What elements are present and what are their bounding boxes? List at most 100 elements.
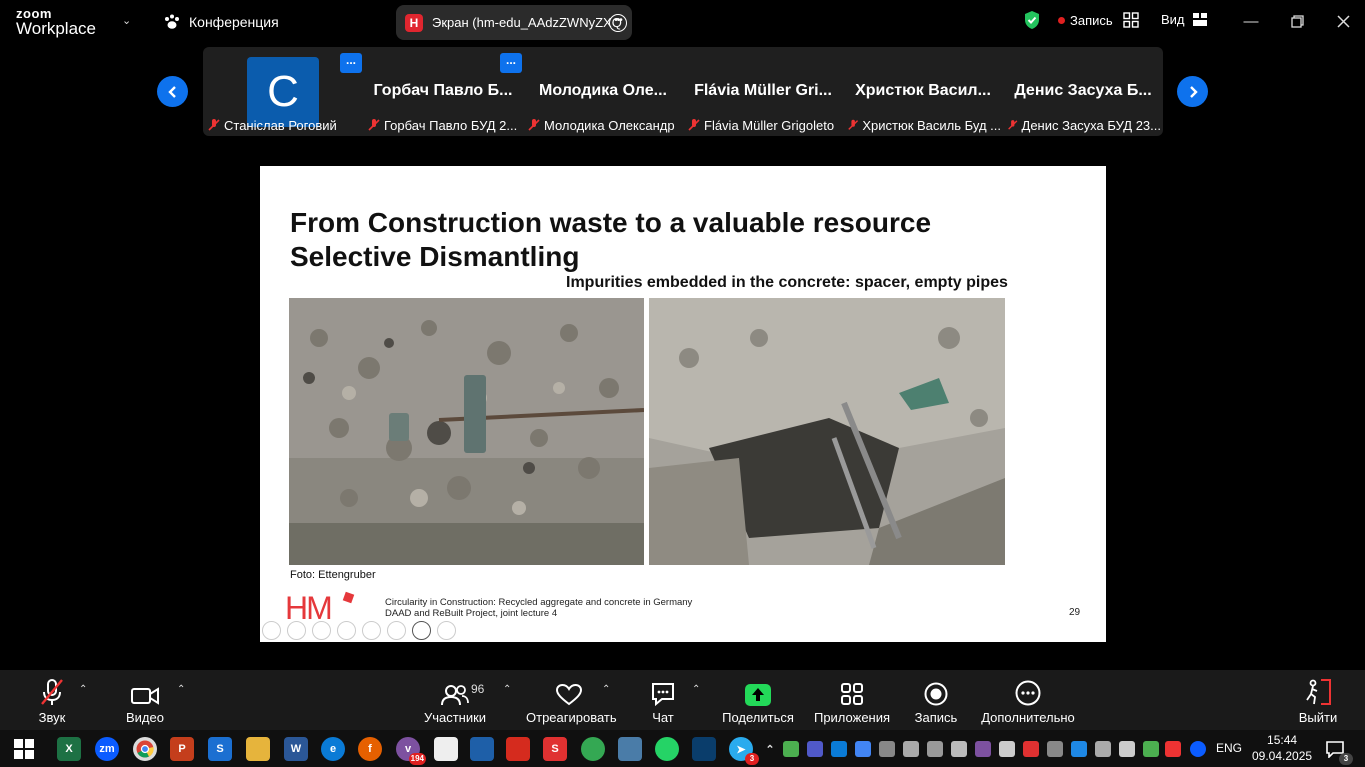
next-slide-icon[interactable]	[287, 621, 306, 640]
chrome-profile-icon[interactable]	[581, 737, 605, 761]
tray-chrome-icon[interactable]	[855, 741, 871, 757]
audio-options-caret[interactable]: ⌃	[79, 684, 87, 695]
chat-button[interactable]: Чат	[638, 670, 688, 730]
camera-icon[interactable]	[412, 621, 431, 640]
participants-button[interactable]: Участники	[420, 670, 490, 730]
word-icon[interactable]: W	[284, 737, 308, 761]
archive-icon[interactable]	[618, 737, 642, 761]
tray-app-icon[interactable]	[831, 741, 847, 757]
telegram-icon[interactable]: ➤ 3	[729, 737, 759, 765]
app-s-icon[interactable]: S	[208, 737, 232, 761]
share-screen-icon	[745, 684, 771, 706]
close-button[interactable]	[1328, 8, 1358, 34]
pen-icon[interactable]	[312, 621, 331, 640]
volume-icon[interactable]	[1119, 741, 1135, 757]
recording-indicator[interactable]: Запись	[1058, 13, 1113, 28]
file-explorer-icon[interactable]	[246, 737, 270, 761]
chat-options-caret[interactable]: ⌃	[692, 684, 700, 695]
language-indicator[interactable]: ENG	[1216, 741, 1242, 755]
excel-icon[interactable]: X	[57, 737, 81, 761]
firefox-icon[interactable]: f	[358, 737, 382, 761]
tray-mic-icon[interactable]	[903, 741, 919, 757]
previous-slide-icon[interactable]	[262, 621, 281, 640]
more-icon[interactable]: •••	[609, 14, 627, 32]
participants-icon	[441, 685, 469, 706]
teams-icon[interactable]	[807, 741, 823, 757]
tray-shield-icon[interactable]	[1143, 741, 1159, 757]
tray-camera-icon[interactable]	[1095, 741, 1111, 757]
participant-tile[interactable]: C ... Станіслав Роговий	[203, 47, 363, 136]
tray-usb-icon[interactable]	[951, 741, 967, 757]
participant-tile[interactable]: Денис Засуха Б... Денис Засуха БУД 23...	[1003, 47, 1163, 136]
react-button[interactable]: Отреагировать	[526, 670, 617, 730]
whatsapp-icon[interactable]	[655, 737, 679, 761]
screen-share-pill[interactable]: H Экран (hm-edu_AAdzZWNyZXQ •••	[396, 5, 632, 40]
tray-network-icon[interactable]	[1071, 741, 1087, 757]
webex-icon[interactable]	[692, 737, 716, 761]
wifi-icon[interactable]	[1047, 741, 1063, 757]
subtitles-icon[interactable]	[387, 621, 406, 640]
more-icon[interactable]	[437, 621, 456, 640]
slide-page-number: 29	[1069, 607, 1081, 618]
title-bar: zoom Workplace ⌄ Конференция H Экран (hm…	[0, 0, 1365, 44]
muted-mic-icon	[368, 119, 380, 131]
clock[interactable]: 15:44 09.04.2025	[1252, 732, 1312, 764]
slides-icon[interactable]	[337, 621, 356, 640]
muted-mic-icon	[848, 119, 859, 130]
view-button[interactable]: Вид	[1161, 12, 1207, 27]
clock-time: 15:44	[1267, 733, 1298, 747]
restore-button[interactable]	[1282, 8, 1312, 34]
security-shield-icon[interactable]	[1023, 10, 1041, 30]
participant-tile[interactable]: Flávia Müller Gri... Flávia Müller Grigo…	[683, 47, 843, 136]
next-page-button[interactable]	[1177, 76, 1208, 107]
app-red-icon[interactable]	[506, 737, 530, 761]
notifications-icon[interactable]: 3	[1323, 737, 1353, 765]
participant-tile[interactable]: Молодика Оле... Молодика Олександр	[523, 47, 683, 136]
participant-tile[interactable]: ... Горбач Павло Б... Горбач Павло БУД 2…	[363, 47, 523, 136]
share-button[interactable]: Поделиться	[722, 670, 794, 730]
save-disk-icon[interactable]	[470, 737, 494, 761]
tray-check-icon[interactable]	[783, 741, 799, 757]
record-button[interactable]: Запись	[908, 670, 964, 730]
participants-options-caret[interactable]: ⌃	[503, 684, 511, 695]
more-button[interactable]: Дополнительно	[980, 670, 1076, 730]
app-s-red-icon[interactable]: S	[543, 737, 567, 761]
video-options-caret[interactable]: ⌃	[177, 684, 185, 695]
muted-mic-icon	[208, 119, 220, 131]
more-options-button[interactable]: ...	[340, 53, 362, 73]
tray-battery-icon[interactable]	[999, 741, 1015, 757]
tray-speaker-icon[interactable]	[1165, 741, 1181, 757]
react-options-caret[interactable]: ⌃	[602, 684, 610, 695]
zoom-icon[interactable]	[362, 621, 381, 640]
record-icon	[924, 682, 948, 706]
share-title: Экран (hm-edu_AAdzZWNyZXQ	[432, 15, 622, 30]
previous-page-button[interactable]	[157, 76, 188, 107]
tray-s-icon[interactable]	[1023, 741, 1039, 757]
edge-icon[interactable]: e	[321, 737, 345, 761]
tray-monitor-icon[interactable]	[927, 741, 943, 757]
participant-tile[interactable]: Христюк Васил... Христюк Василь Буд ...	[843, 47, 1003, 136]
zoom-workplace-logo[interactable]: zoom Workplace	[16, 7, 96, 37]
video-button[interactable]: Видео	[117, 670, 173, 730]
notepad-icon[interactable]	[434, 737, 458, 761]
zoom-app-icon[interactable]: zm	[95, 737, 119, 761]
tray-overflow-icon[interactable]: ⌃	[762, 737, 778, 761]
apps-grid-icon[interactable]	[1123, 12, 1139, 28]
minimize-button[interactable]: —	[1236, 8, 1266, 34]
audio-button[interactable]: Звук	[24, 670, 80, 730]
viber-icon[interactable]: v 194	[396, 737, 426, 765]
more-options-button[interactable]: ...	[500, 53, 522, 73]
telegram-badge: 3	[745, 753, 759, 765]
chevron-left-icon	[167, 85, 176, 98]
chat-icon	[652, 683, 674, 706]
chevron-down-icon[interactable]: ⌄	[122, 14, 131, 27]
tray-zoom-icon[interactable]	[1190, 741, 1206, 757]
tray-display-icon[interactable]	[879, 741, 895, 757]
apps-button[interactable]: Приложения	[812, 670, 892, 730]
conference-button[interactable]: Конференция	[163, 13, 279, 31]
leave-button[interactable]: Выйти	[1294, 670, 1342, 730]
windows-start-icon[interactable]	[12, 737, 36, 761]
powerpoint-icon[interactable]: P	[170, 737, 194, 761]
tray-viber-icon[interactable]	[975, 741, 991, 757]
chrome-icon[interactable]	[133, 737, 157, 761]
